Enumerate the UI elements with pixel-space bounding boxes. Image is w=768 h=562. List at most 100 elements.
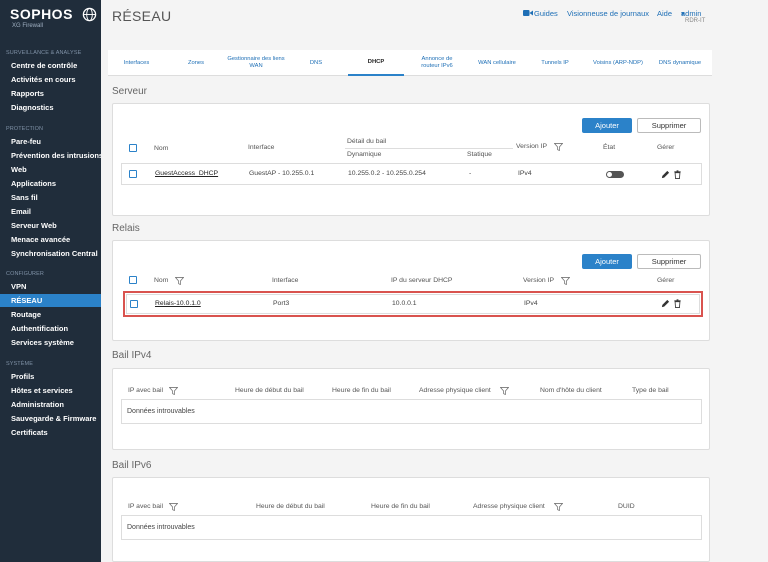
device-name: RDR-IT [685,18,706,24]
nav-web[interactable]: Web [0,163,101,176]
tab-interfaces[interactable]: Interfaces [114,50,159,76]
server-header-dynamic: Dynamique [347,151,382,158]
tab-ipv6-router-advertisement[interactable]: Annonce de routeur IPv6 [413,50,461,76]
relay-delete-button[interactable]: Supprimer [637,254,701,269]
lease-detail-divider [345,148,513,149]
row-checkbox[interactable] [129,170,137,178]
filter-icon[interactable] [175,277,184,285]
nav-administration[interactable]: Administration [0,398,101,411]
relay-header-dhcp-ip: IP du serveur DHCP [391,277,453,284]
nav-advanced-threat[interactable]: Menace avancée [0,233,101,246]
status-toggle[interactable] [606,171,624,178]
relay-add-button[interactable]: Ajouter [582,254,632,269]
server-header-state: État [603,144,616,151]
server-header-lease-detail: Détail du bail [347,138,387,145]
nav-reports[interactable]: Rapports [0,87,101,100]
server-row-dynamic: 10.255.0.2 - 10.255.0.254 [348,170,426,177]
relay-section-title: Relais [112,223,140,234]
lease-v6-header-end: Heure de fin du bail [371,503,430,510]
lease-v4-header-type: Type de bail [632,387,669,394]
tab-ip-tunnels[interactable]: Tunnels IP [535,50,575,76]
server-add-button[interactable]: Ajouter [582,118,632,133]
nav-system-services[interactable]: Services système [0,336,101,349]
tab-neighbors[interactable]: Voisins (ARP-NDP) [589,50,647,76]
nav-network[interactable]: RÉSEAU [0,294,101,307]
lease-v6-header-mac: Adresse physique client [473,503,545,510]
lease-v6-panel: IP avec bail Heure de début du bail Heur… [112,477,710,562]
lease-v6-header-duid: DUID [618,503,635,510]
nav-backup-firmware[interactable]: Sauvegarde & Firmware [0,412,101,425]
nav-web-server[interactable]: Serveur Web [0,219,101,232]
nav-vpn[interactable]: VPN [0,280,101,293]
lease-v4-header-mac: Adresse physique client [419,387,491,394]
lease-v4-header-end: Heure de fin du bail [332,387,391,394]
server-header-static: Statique [467,151,492,158]
lease-v4-header-start: Heure de début du bail [235,387,304,394]
relay-select-all-checkbox[interactable] [129,276,137,284]
server-header-name: Nom [154,145,169,152]
nav-email[interactable]: Email [0,205,101,218]
nav-firewall[interactable]: Pare-feu [0,135,101,148]
product-name: XG Firewall [12,23,44,29]
nav-hosts-services[interactable]: Hôtes et services [0,384,101,397]
tab-zones[interactable]: Zones [176,50,216,76]
tab-wan-link-manager[interactable]: Gestionnaire des liens WAN [226,50,286,76]
server-header-manage: Gérer [657,144,675,151]
server-row-ip-version: IPv4 [518,170,532,177]
nav-authentication[interactable]: Authentification [0,322,101,335]
server-header-ip-version: Version IP [516,143,547,150]
lease-v4-header-ip: IP avec bail [128,387,164,394]
server-delete-button[interactable]: Supprimer [637,118,701,133]
nav-routing[interactable]: Routage [0,308,101,321]
nav-applications[interactable]: Applications [0,177,101,190]
tab-dns[interactable]: DNS [300,50,332,76]
lease-v6-section-title: Bail IPv6 [112,460,152,471]
sidebar: SOPHOS XG Firewall SURVEILLANCE & ANALYS… [0,0,103,562]
lease-v4-section-title: Bail IPv4 [112,350,152,361]
server-section-title: Serveur [112,86,148,97]
filter-icon[interactable] [169,387,178,395]
section-title-monitor: SURVEILLANCE & ANALYSE [6,50,82,56]
server-select-all-checkbox[interactable] [129,144,137,152]
trash-icon[interactable] [673,170,682,179]
filter-icon[interactable] [169,503,178,511]
lease-v6-header-start: Heure de début du bail [256,503,325,510]
filter-icon[interactable] [561,277,570,285]
edit-icon[interactable] [661,170,670,179]
lease-v4-empty: Données introuvables [121,399,702,424]
filter-icon[interactable] [554,503,563,511]
server-panel: Ajouter Supprimer Nom Interface Détail d… [112,103,710,216]
log-viewer-link[interactable]: Visionneuse de journaux [567,9,649,18]
guides-link[interactable]: Guides [534,9,558,18]
nav-diagnostics[interactable]: Diagnostics [0,101,101,114]
tab-dynamic-dns[interactable]: DNS dynamique [654,50,706,76]
nav-certificates[interactable]: Certificats [0,426,101,439]
lease-v4-header-hostname: Nom d'hôte du client [540,387,602,394]
tab-bar: Interfaces Zones Gestionnaire des liens … [108,50,712,76]
section-title-configure: CONFIGURER [6,271,44,277]
filter-icon[interactable] [500,387,509,395]
page-title: RÉSEAU [112,8,172,24]
main-content: RÉSEAU Guides Visionneuse de journaux Ai… [101,0,768,562]
nav-control-center[interactable]: Centre de contrôle [0,59,101,72]
lease-v4-panel: IP avec bail Heure de début du bail Heur… [112,368,710,450]
sophos-logo[interactable]: SOPHOS XG Firewall [10,6,97,30]
lease-v6-header-ip: IP avec bail [128,503,164,510]
nav-wireless[interactable]: Sans fil [0,191,101,204]
tab-dhcp[interactable]: DHCP [348,50,404,76]
video-icon [523,10,533,16]
filter-icon[interactable] [554,143,563,151]
nav-central-sync[interactable]: Synchronisation Central [0,247,101,260]
section-title-protect: PROTECTION [6,126,44,132]
server-row-name[interactable]: GuestAccess_DHCP [155,170,218,177]
table-row: GuestAccess_DHCP GuestAP - 10.255.0.1 10… [121,163,702,185]
server-row-interface: GuestAP - 10.255.0.1 [249,170,315,177]
help-link[interactable]: Aide [657,9,672,18]
highlight-box [123,291,703,317]
nav-intrusion-prevention[interactable]: Prévention des intrusions [0,149,103,162]
nav-profiles[interactable]: Profils [0,370,101,383]
nav-current-activities[interactable]: Activités en cours [0,73,101,86]
tab-cellular-wan[interactable]: WAN cellulaire [472,50,522,76]
relay-header-manage: Gérer [657,277,675,284]
relay-panel: Ajouter Supprimer Nom Interface IP du se… [112,240,710,341]
